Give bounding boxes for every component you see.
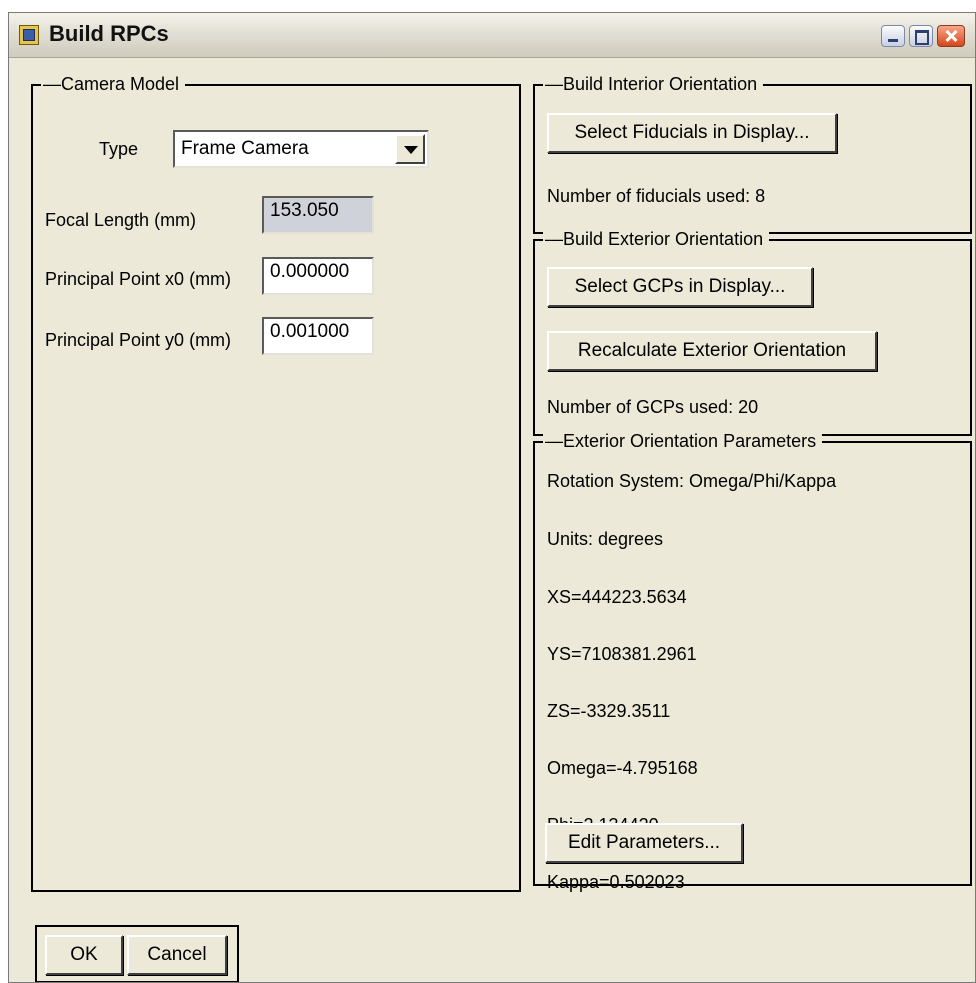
recalculate-exterior-button[interactable]: Recalculate Exterior Orientation: [547, 331, 877, 371]
ys-value: YS=7108381.2961: [547, 644, 697, 664]
camera-model-group: Camera Model Type Frame Camera Focal Len…: [31, 74, 521, 892]
exterior-orientation-legend: Build Exterior Orientation: [543, 229, 770, 250]
principal-point-x-label: Principal Point x0 (mm): [45, 269, 232, 289]
dialog-buttons: OK Cancel: [35, 925, 239, 982]
principal-point-y-label: Principal Point y0 (mm): [45, 330, 232, 350]
app-icon: [19, 25, 39, 45]
rotation-system-text: Rotation System: Omega/Phi/Kappa: [547, 471, 837, 491]
ok-button[interactable]: OK: [45, 935, 123, 975]
type-label: Type: [99, 139, 139, 159]
build-rpcs-window: Build RPCs Camera Model Type Frame Camer…: [8, 12, 976, 983]
camera-type-value: Frame Camera: [181, 138, 309, 159]
principal-point-y-field[interactable]: 0.001000: [262, 317, 374, 355]
select-gcps-button[interactable]: Select GCPs in Display...: [547, 267, 813, 307]
zs-value: ZS=-3329.3511: [547, 701, 671, 721]
exterior-orientation-group: Build Exterior Orientation Select GCPs i…: [533, 229, 972, 436]
camera-model-legend: Camera Model: [41, 74, 186, 95]
close-button[interactable]: [937, 25, 965, 47]
omega-value: Omega=-4.795168: [547, 758, 698, 778]
xs-value: XS=444223.5634: [547, 587, 687, 607]
camera-type-select[interactable]: Frame Camera: [173, 130, 429, 168]
interior-orientation-group: Build Interior Orientation Select Fiduci…: [533, 74, 972, 234]
interior-orientation-legend: Build Interior Orientation: [543, 74, 764, 95]
cancel-button[interactable]: Cancel: [127, 935, 227, 975]
focal-length-label: Focal Length (mm): [45, 210, 197, 230]
exterior-parameters-legend: Exterior Orientation Parameters: [543, 431, 823, 452]
units-text: Units: degrees: [547, 529, 664, 549]
exterior-parameters-group: Exterior Orientation Parameters Rotation…: [533, 431, 972, 892]
kappa-value: Kappa=0.502023: [547, 872, 685, 892]
minimize-button[interactable]: [881, 25, 905, 47]
focal-length-field[interactable]: 153.050: [262, 196, 374, 234]
window-title: Build RPCs: [49, 21, 169, 46]
edit-parameters-button[interactable]: Edit Parameters...: [545, 823, 743, 863]
chevron-down-icon[interactable]: [395, 134, 425, 164]
gcps-count-text: Number of GCPs used: 20: [547, 397, 759, 417]
select-fiducials-button[interactable]: Select Fiducials in Display...: [547, 113, 837, 153]
fiducials-count-text: Number of fiducials used: 8: [547, 186, 766, 206]
title-bar[interactable]: Build RPCs: [9, 13, 975, 58]
principal-point-x-field[interactable]: 0.000000: [262, 257, 374, 295]
maximize-button[interactable]: [909, 25, 933, 47]
